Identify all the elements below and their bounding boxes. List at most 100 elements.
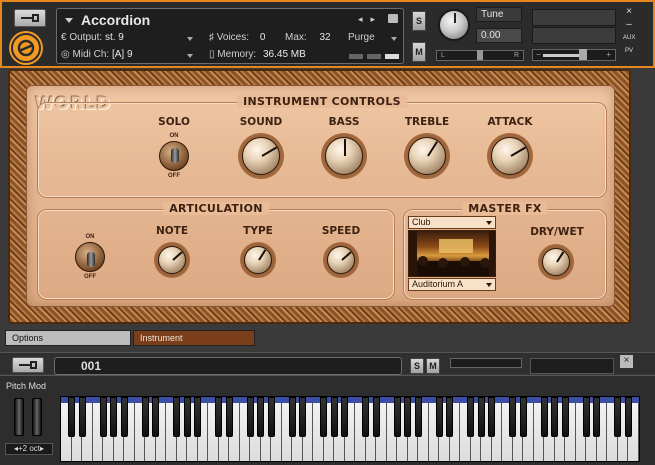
midi-icon: ◎ <box>61 49 70 60</box>
black-key[interactable] <box>110 397 117 437</box>
room-type-select[interactable]: Club <box>408 216 496 229</box>
speed-knob[interactable] <box>327 246 355 274</box>
black-key[interactable] <box>288 397 296 437</box>
black-key[interactable] <box>320 397 327 437</box>
note-knob[interactable] <box>158 246 186 274</box>
tab-options[interactable]: Options <box>5 330 131 346</box>
mute-button[interactable]: M <box>412 42 426 62</box>
prev-next-arrows-icon[interactable]: ◂▸ <box>358 14 383 25</box>
black-key[interactable] <box>99 397 107 437</box>
midi-row[interactable]: ◎ Midi Ch: [A] 9 <box>61 49 133 60</box>
black-key[interactable] <box>78 397 86 437</box>
voices-row: ♯ Voices: 0 <box>209 32 265 43</box>
octave-selector[interactable]: ◂+2 oct▸ <box>5 443 53 455</box>
aux-button[interactable]: AUX <box>623 35 635 41</box>
black-key[interactable] <box>467 397 474 437</box>
output-dropdown-icon[interactable] <box>187 37 193 41</box>
output-row[interactable]: € Output: st. 9 <box>61 32 124 43</box>
rack2-mute-button[interactable]: M <box>426 358 440 374</box>
instrument-controls-title: INSTRUMENT CONTROLS <box>237 95 407 108</box>
black-key[interactable] <box>477 397 485 437</box>
attack-knob[interactable] <box>491 137 529 175</box>
pan-handle[interactable] <box>477 50 483 60</box>
rack2-slider[interactable] <box>450 358 522 368</box>
black-key[interactable] <box>362 397 369 437</box>
max-value[interactable]: 32 <box>319 32 330 43</box>
type-label: TYPE <box>243 225 273 237</box>
tune-value[interactable]: 0.00 <box>476 28 522 43</box>
rack2-meter <box>530 358 614 374</box>
black-key[interactable] <box>267 397 275 437</box>
pitch-wheel[interactable] <box>14 398 24 436</box>
pv-button[interactable]: PV <box>623 48 635 54</box>
rack2-solo-button[interactable]: S <box>410 358 424 374</box>
black-key[interactable] <box>141 397 149 437</box>
mod-wheel[interactable] <box>32 398 42 436</box>
piano-keyboard[interactable] <box>60 396 640 462</box>
black-key[interactable] <box>152 397 159 437</box>
kontakt-logo <box>11 33 41 63</box>
camera-icon[interactable] <box>388 14 398 23</box>
black-key[interactable] <box>551 397 558 437</box>
black-key[interactable] <box>414 397 422 437</box>
black-key[interactable] <box>509 397 516 437</box>
black-key[interactable] <box>582 397 590 437</box>
midi-dropdown-icon[interactable] <box>187 54 193 58</box>
sound-knob[interactable] <box>242 137 280 175</box>
wrench-button[interactable] <box>14 9 46 27</box>
articulation-toggle[interactable] <box>75 242 105 272</box>
solo-button[interactable]: S <box>412 11 426 31</box>
pan-slider[interactable]: L R <box>436 50 524 61</box>
volume-handle[interactable] <box>579 49 587 60</box>
type-knob[interactable] <box>244 246 272 274</box>
black-key[interactable] <box>299 397 306 437</box>
purge-dropdown-icon[interactable] <box>391 37 397 41</box>
master-fx-section: MASTER FX Club Auditorium A DRY/WET <box>403 202 607 300</box>
bass-knob[interactable] <box>325 137 363 175</box>
tune-knob[interactable] <box>438 9 470 41</box>
black-key[interactable] <box>393 397 401 437</box>
instrument-name[interactable]: Accordion <box>81 12 150 28</box>
black-key[interactable] <box>488 397 495 437</box>
black-key[interactable] <box>372 397 380 437</box>
speed-knob-ring <box>323 242 359 278</box>
black-key[interactable] <box>435 397 443 437</box>
black-key[interactable] <box>446 397 453 437</box>
instrument-frame: WORLD INSTRUMENT CONTROLS SOLO ON OFF SO… <box>8 69 631 324</box>
black-key[interactable] <box>246 397 254 437</box>
dry-wet-knob[interactable] <box>542 248 570 276</box>
name-dropdown-icon[interactable] <box>65 18 73 23</box>
black-key[interactable] <box>341 397 348 437</box>
purge-row[interactable]: Purge <box>348 32 375 43</box>
black-key[interactable] <box>68 397 75 437</box>
black-key[interactable] <box>225 397 233 437</box>
black-key[interactable] <box>561 397 569 437</box>
tab-instrument[interactable]: Instrument <box>133 330 255 346</box>
black-key[interactable] <box>120 397 128 437</box>
solo-toggle[interactable] <box>159 141 189 171</box>
black-key[interactable] <box>404 397 411 437</box>
black-key[interactable] <box>614 397 621 437</box>
black-key[interactable] <box>330 397 338 437</box>
room-image <box>408 230 496 277</box>
black-key[interactable] <box>540 397 548 437</box>
rack2-close-button[interactable]: × <box>620 355 633 368</box>
logo-icon <box>17 39 35 57</box>
rack2-wrench-button[interactable] <box>12 357 44 373</box>
black-key[interactable] <box>183 397 191 437</box>
minimize-button[interactable]: – <box>623 19 635 30</box>
black-key[interactable] <box>194 397 201 437</box>
black-key[interactable] <box>593 397 600 437</box>
close-instrument-button[interactable]: × <box>623 6 635 17</box>
treble-knob[interactable] <box>408 137 446 175</box>
room-preset-select[interactable]: Auditorium A <box>408 278 496 291</box>
black-key[interactable] <box>257 397 264 437</box>
output-icon: € <box>61 32 67 43</box>
black-key[interactable] <box>215 397 222 437</box>
max-row[interactable]: Max: 32 <box>285 32 331 43</box>
black-key[interactable] <box>173 397 180 437</box>
rack2-info-panel[interactable]: 001 <box>54 357 402 375</box>
black-key[interactable] <box>519 397 527 437</box>
volume-slider[interactable]: − + <box>532 49 616 61</box>
black-key[interactable] <box>624 397 632 437</box>
